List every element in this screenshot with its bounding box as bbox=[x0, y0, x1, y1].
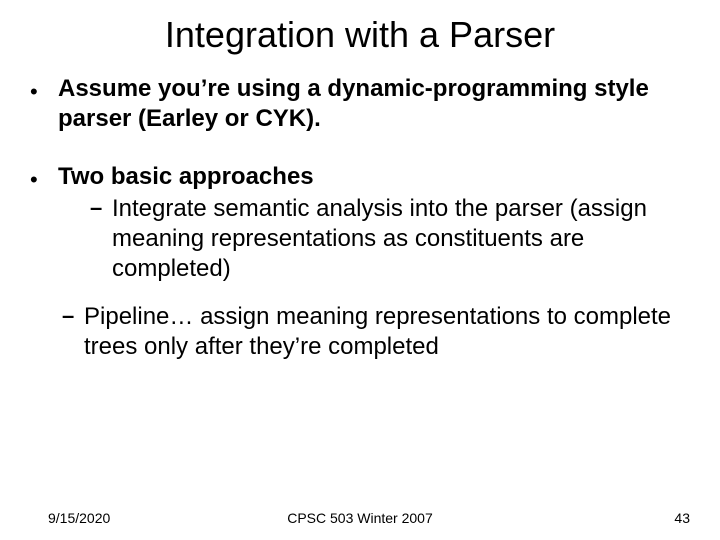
slide-footer: 9/15/2020 CPSC 503 Winter 2007 43 bbox=[0, 510, 720, 526]
sub-text: Integrate semantic analysis into the par… bbox=[112, 194, 690, 284]
bullet-marker: • bbox=[30, 162, 58, 380]
bullet-marker: • bbox=[30, 74, 58, 134]
sub-item: – Integrate semantic analysis into the p… bbox=[58, 194, 690, 284]
slide-content: • Assume you’re using a dynamic-programm… bbox=[30, 74, 690, 380]
bullet-text: Two basic approaches – Integrate semanti… bbox=[58, 162, 690, 380]
sub-marker: – bbox=[90, 194, 112, 284]
sub-lead: Integrate bbox=[112, 195, 207, 222]
bullet-heading: Two basic approaches bbox=[58, 163, 314, 190]
slide-title: Integration with a Parser bbox=[30, 14, 690, 56]
footer-course: CPSC 503 Winter 2007 bbox=[287, 510, 433, 526]
footer-date: 9/15/2020 bbox=[48, 510, 110, 526]
bullet-item: • Two basic approaches – Integrate seman… bbox=[30, 162, 690, 380]
sub-text: Pipeline… assign meaning representations… bbox=[84, 302, 690, 362]
sub-lead: Pipeline… bbox=[84, 303, 193, 330]
sub-marker: – bbox=[62, 302, 84, 362]
sub-list: – Integrate semantic analysis into the p… bbox=[58, 194, 690, 362]
bullet-item: • Assume you’re using a dynamic-programm… bbox=[30, 74, 690, 134]
bullet-text: Assume you’re using a dynamic-programmin… bbox=[58, 74, 690, 134]
footer-page-number: 43 bbox=[674, 510, 690, 526]
slide: Integration with a Parser • Assume you’r… bbox=[0, 0, 720, 540]
sub-item: – Pipeline… assign meaning representatio… bbox=[58, 302, 690, 362]
